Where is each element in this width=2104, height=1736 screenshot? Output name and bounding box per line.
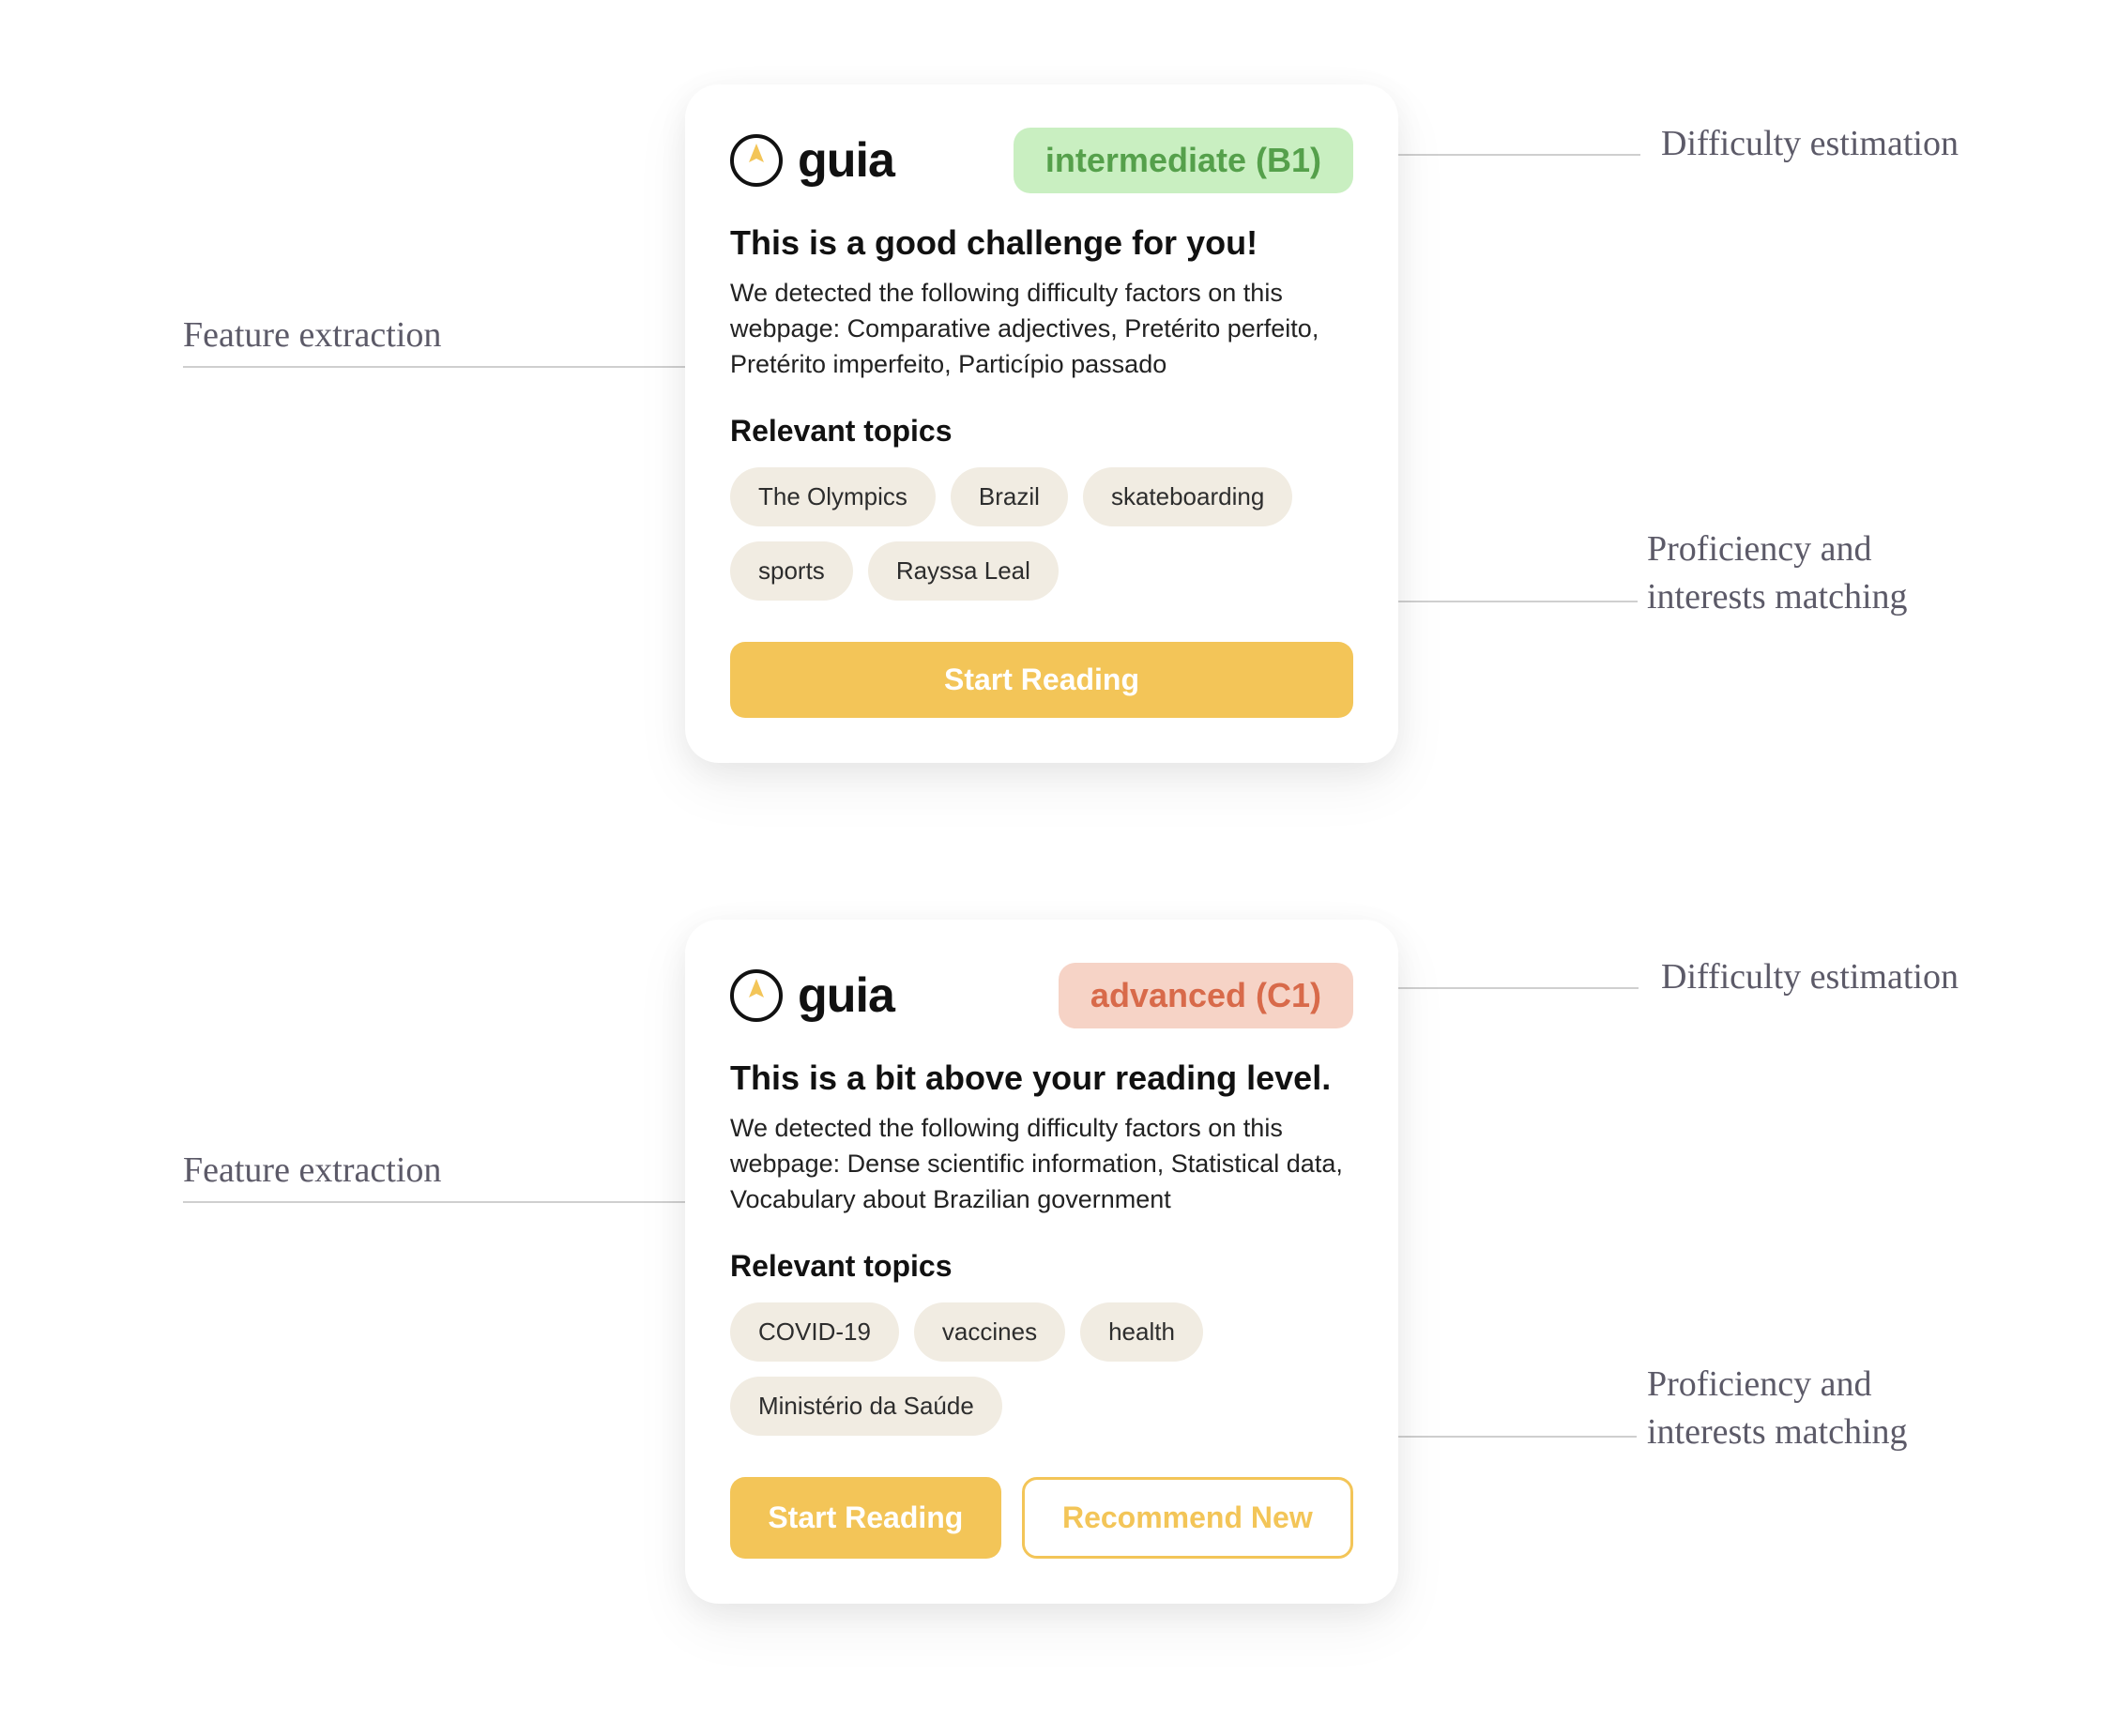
leader-line <box>1381 1436 1637 1438</box>
logo: guia <box>730 967 894 1024</box>
annotation-feature-extraction: Feature extraction <box>183 1147 441 1195</box>
compass-icon <box>730 969 783 1022</box>
leader-line <box>183 1201 718 1203</box>
topic-chip[interactable]: COVID-19 <box>730 1302 899 1362</box>
card-title: This is a bit above your reading level. <box>730 1058 1353 1098</box>
topics-chips: COVID-19vaccineshealth Ministério da Saúd… <box>730 1302 1353 1436</box>
topic-chip[interactable]: The Olympics <box>730 467 936 526</box>
logo: guia <box>730 132 894 189</box>
start-reading-button[interactable]: Start Reading <box>730 1477 1001 1559</box>
card-description: We detected the following difficulty fac… <box>730 276 1353 382</box>
annotation-matching: Proficiency andinterests matching <box>1647 525 1908 622</box>
topic-chip[interactable]: Ministério da Saúde <box>730 1377 1002 1436</box>
start-reading-button[interactable]: Start Reading <box>730 642 1353 718</box>
guia-card: guia advanced (C1) This is a bit above y… <box>685 920 1398 1604</box>
card-title: This is a good challenge for you! <box>730 223 1353 263</box>
topic-chip[interactable]: Rayssa Leal <box>868 541 1059 601</box>
topic-chip[interactable]: sports <box>730 541 853 601</box>
button-row: Start Reading Recommend New <box>730 1477 1353 1559</box>
leader-line <box>183 366 718 368</box>
topic-chip[interactable]: vaccines <box>914 1302 1065 1362</box>
logo-text: guia <box>798 967 894 1024</box>
topics-chips: The Olympics Brazil skateboarding sportsRay… <box>730 467 1353 601</box>
leader-line <box>1365 601 1638 602</box>
annotation-difficulty: Difficulty estimation <box>1661 120 1959 168</box>
annotation-feature-extraction: Feature extraction <box>183 312 441 359</box>
leader-line <box>1381 154 1640 156</box>
topic-chip[interactable]: Brazil <box>951 467 1068 526</box>
card-description: We detected the following difficulty fac… <box>730 1111 1353 1217</box>
annotation-matching: Proficiency andinterests matching <box>1647 1361 1908 1457</box>
difficulty-badge: intermediate (B1) <box>1014 128 1353 193</box>
button-row: Start Reading <box>730 642 1353 718</box>
difficulty-badge: advanced (C1) <box>1059 963 1353 1028</box>
recommend-new-button[interactable]: Recommend New <box>1022 1477 1353 1559</box>
topic-chip[interactable]: health <box>1080 1302 1203 1362</box>
annotation-difficulty: Difficulty estimation <box>1661 953 1959 1001</box>
card-header: guia advanced (C1) <box>730 963 1353 1028</box>
card-header: guia intermediate (B1) <box>730 128 1353 193</box>
guia-card: guia intermediate (B1) This is a good ch… <box>685 84 1398 763</box>
compass-icon <box>730 134 783 187</box>
topics-heading: Relevant topics <box>730 1249 1353 1284</box>
topics-heading: Relevant topics <box>730 414 1353 449</box>
topic-chip[interactable]: skateboarding <box>1083 467 1292 526</box>
logo-text: guia <box>798 132 894 189</box>
